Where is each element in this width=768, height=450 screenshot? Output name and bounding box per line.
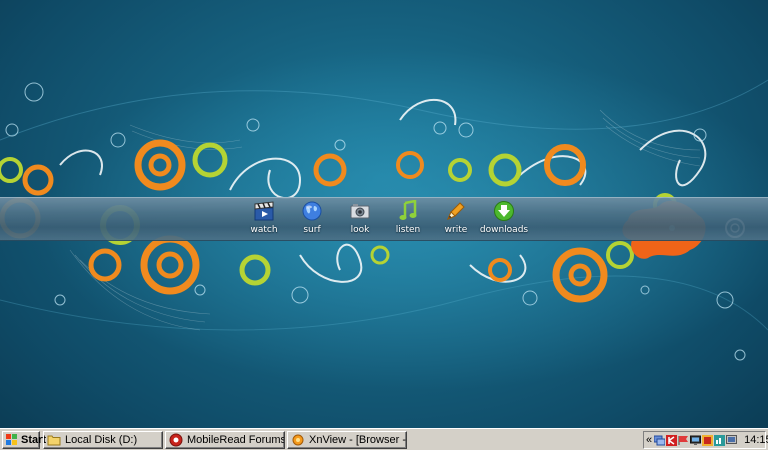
network-icon[interactable] [653,435,666,446]
taskbar-button-local-disk[interactable]: Local Disk (D:) [43,431,163,449]
download-arrow-icon [492,199,516,223]
launcher-label-downloads: downloads [479,225,529,235]
xnview-icon [291,433,305,447]
task-label: XnView - [Browser - D:\] [309,434,406,446]
system-tray: « 14:15 [643,431,768,449]
camera-icon [348,199,372,223]
launcher-label-listen: listen [395,225,421,235]
taskbar-button-xnview[interactable]: XnView - [Browser - D:\] [287,431,407,449]
globe-icon [300,199,324,223]
monitor-icon[interactable] [714,434,726,446]
launcher-label-write: write [444,225,468,235]
clapperboard-icon [252,199,276,223]
launcher-label-surf: surf [303,225,321,235]
launcher-label-watch: watch [250,225,278,235]
taskbar-button-mobileread[interactable]: MobileRead Forums - Rep... [165,431,285,449]
clock[interactable]: 14:15 [744,434,768,446]
music-note-icon [396,199,420,223]
volume-icon[interactable] [726,434,738,446]
antivirus-icon[interactable] [666,434,678,446]
launcher-downloads[interactable]: downloads [476,199,532,241]
windows-logo-icon [5,434,19,446]
pen-icon [444,199,468,223]
folder-icon [47,433,61,447]
desktop: watch surf look listen write downloads [0,0,768,428]
browser-icon [169,433,183,447]
display-icon[interactable] [690,435,702,446]
taskbar: Start Local Disk (D:) MobileRead Forums … [0,428,768,450]
launcher-label-look: look [350,225,370,235]
app-tray-icon[interactable] [702,434,714,446]
flag-icon[interactable] [678,435,689,446]
start-button[interactable]: Start [2,431,46,449]
task-label: MobileRead Forums - Rep... [187,434,285,446]
task-label: Local Disk (D:) [65,434,138,446]
tray-expand-button[interactable]: « [646,434,652,446]
